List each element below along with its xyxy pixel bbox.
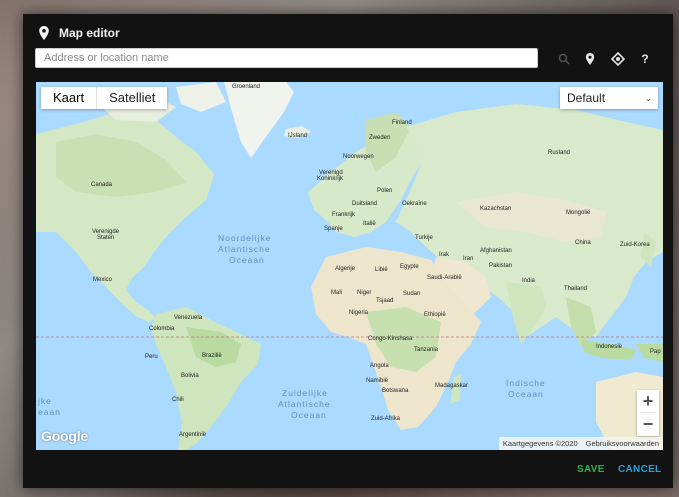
- ocean-s-atl-1: Zuidelijke: [282, 388, 328, 398]
- label-tsjaad: Tsjaad: [376, 298, 393, 304]
- crosshair-icon: [611, 52, 625, 66]
- label-zuidkorea: Zuid-Korea: [620, 242, 650, 248]
- attribution-data: Kaartgegevens ©2020: [502, 439, 578, 448]
- google-logo: Google: [41, 428, 89, 444]
- map-attribution: Kaartgegevens ©2020 Gebruiksvoorwaarden: [498, 437, 663, 450]
- label-mongolie: Mongolië: [566, 210, 591, 216]
- label-bolivia: Bolivia: [181, 373, 199, 379]
- label-tanzania: Tanzania: [414, 347, 439, 353]
- map-canvas[interactable]: Groenland IJsland Finland Zweden Noorweg…: [36, 82, 663, 450]
- label-iran: Iran: [463, 256, 473, 262]
- dialog-title: Map editor: [59, 26, 120, 40]
- label-saudi: Saudi-Arabië: [427, 275, 462, 281]
- label-italie: Italië: [363, 221, 376, 227]
- map-pin-icon: [39, 26, 49, 40]
- zoom-in-button[interactable]: +: [637, 390, 659, 412]
- world-map: Groenland IJsland Finland Zweden Noorweg…: [36, 82, 663, 450]
- dialog-header: Map editor: [37, 24, 120, 42]
- ocean-s-atl-3: Oceaan: [291, 410, 327, 420]
- label-algerije: Algerije: [335, 266, 356, 272]
- label-mexico: Mexico: [93, 277, 113, 283]
- label-china: China: [575, 240, 591, 246]
- label-venezuela: Venezuela: [174, 315, 203, 321]
- ocean-ind-1: Indische: [506, 378, 546, 388]
- chevron-down-icon: ⌄: [644, 93, 652, 103]
- ocean-pac-1: jke: [37, 396, 52, 406]
- ocean-s-atl-2: Atlantische: [278, 399, 331, 409]
- search-icon: [558, 53, 570, 65]
- label-zweden: Zweden: [369, 135, 390, 141]
- map-editor-dialog: Map editor ?: [23, 14, 673, 488]
- label-brazilie: Brazilië: [202, 353, 222, 359]
- zoom-out-button[interactable]: −: [637, 413, 659, 435]
- label-oekraine: Oekraïne: [402, 201, 427, 207]
- label-niger: Niger: [357, 290, 371, 296]
- label-canada: Canada: [91, 182, 113, 188]
- label-groenland: Groenland: [232, 84, 260, 90]
- label-polen: Polen: [377, 188, 392, 194]
- label-egypte: Egypte: [400, 264, 419, 270]
- label-mali: Mali: [331, 290, 342, 296]
- map-type-kaart-button[interactable]: Kaart: [41, 87, 96, 109]
- label-indonesie: Indonesië: [596, 344, 623, 350]
- label-papua: Pap: [650, 349, 661, 355]
- ocean-ind-2: Oceaan: [508, 389, 544, 399]
- zoom-controls: + −: [637, 390, 659, 436]
- label-argentinie: Argentinië: [179, 432, 207, 438]
- label-noorwegen: Noorwegen: [343, 154, 374, 160]
- label-pakistan: Pakistan: [489, 263, 512, 269]
- ocean-n-atl-3: Oceaan: [229, 255, 265, 265]
- search-button[interactable]: [555, 50, 573, 68]
- help-label: ?: [641, 52, 649, 66]
- label-ijsland: IJsland: [288, 133, 307, 139]
- label-spanje: Spanje: [324, 226, 343, 232]
- help-button[interactable]: ?: [636, 50, 654, 68]
- label-finland: Finland: [392, 120, 412, 126]
- label-libie: Libië: [375, 267, 388, 273]
- label-chili: Chili: [172, 397, 184, 403]
- ocean-n-atl-2: Atlantische: [218, 244, 271, 254]
- map-type-toggle: Kaart Satelliet: [41, 87, 168, 109]
- place-marker-button[interactable]: [581, 50, 599, 68]
- label-congo: Congo-Kinshasa: [368, 336, 413, 342]
- label-rusland: Rusland: [548, 150, 570, 156]
- label-madagaskar: Madagaskar: [435, 383, 468, 389]
- cancel-button[interactable]: CANCEL: [618, 464, 661, 475]
- ocean-n-atl-1: Noordelijke: [218, 233, 272, 243]
- map-style-select[interactable]: Default ⌄: [560, 87, 658, 109]
- label-namibie: Namibië: [366, 378, 389, 384]
- label-nigeria: Nigeria: [349, 310, 369, 316]
- ocean-pac-2: eaan: [38, 407, 61, 417]
- label-india: India: [522, 278, 536, 284]
- label-turkije: Turkije: [415, 235, 433, 241]
- label-irak: Irak: [439, 252, 450, 258]
- save-button[interactable]: SAVE: [577, 464, 605, 475]
- map-pin-icon: [585, 53, 595, 65]
- label-zuidafrika: Zuid-Afrika: [371, 416, 401, 422]
- terms-link[interactable]: Gebruiksvoorwaarden: [582, 437, 663, 450]
- label-duitsland: Duitsland: [352, 201, 377, 207]
- my-location-button[interactable]: [609, 50, 627, 68]
- label-frankrijk: Frankrijk: [332, 212, 356, 218]
- map-style-value: Default: [567, 91, 606, 105]
- label-colombia: Colombia: [149, 326, 175, 332]
- label-afghanistan: Afghanistan: [480, 248, 512, 254]
- label-kazachstan: Kazachstan: [480, 206, 511, 212]
- address-search-input[interactable]: [35, 48, 538, 68]
- label-angola: Angola: [370, 363, 389, 369]
- label-ethiopie: Ethiopië: [424, 312, 446, 318]
- label-botswana: Botswana: [382, 388, 409, 394]
- label-sudan: Sudan: [403, 291, 420, 297]
- label-peru: Peru: [145, 354, 158, 360]
- label-thailand: Thailand: [564, 286, 587, 292]
- map-type-satelliet-button[interactable]: Satelliet: [97, 87, 167, 109]
- label-vk: Verenigd Koninkrijk: [317, 170, 344, 182]
